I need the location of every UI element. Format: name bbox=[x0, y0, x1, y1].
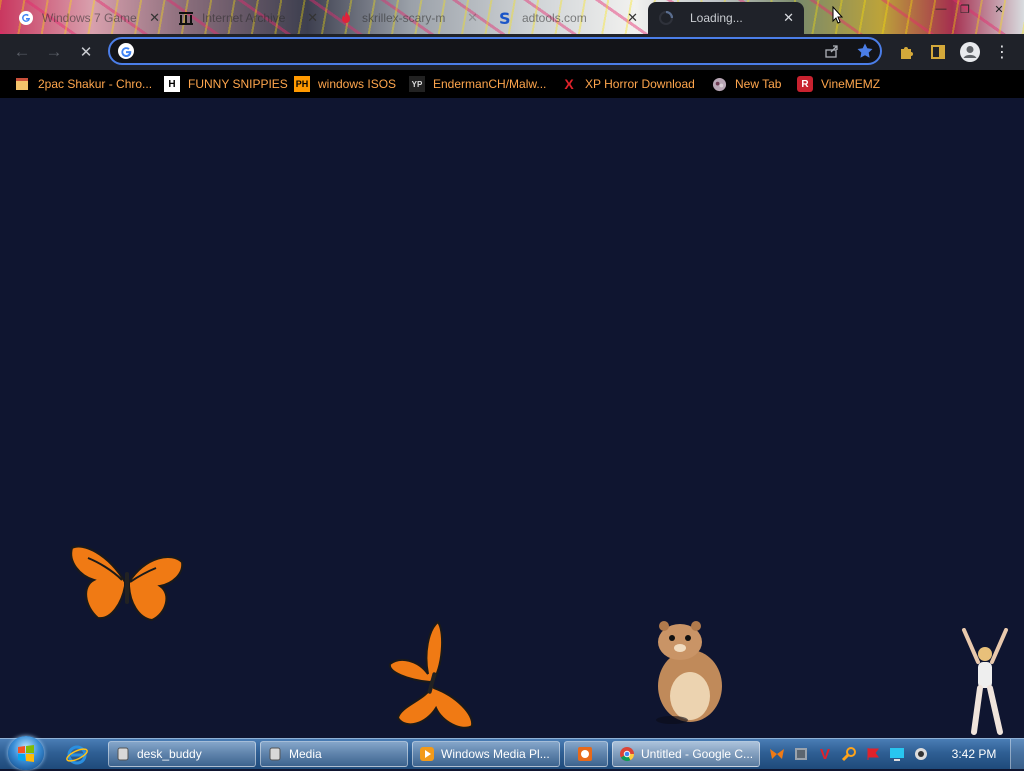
page-content bbox=[0, 98, 1024, 738]
globe-avatar-icon bbox=[711, 76, 727, 92]
bookmark-label: VineMEMZ bbox=[821, 77, 881, 91]
bookmark-item[interactable]: H FUNNY SNIPPIES bbox=[164, 75, 288, 93]
tab-active[interactable]: Loading... ✕ bbox=[648, 2, 804, 34]
mouse-cursor-icon bbox=[832, 5, 844, 24]
puzzle-app-icon bbox=[578, 747, 592, 761]
tab-title: Loading... bbox=[690, 11, 743, 25]
s-icon: S bbox=[499, 10, 511, 26]
forward-arrow-icon[interactable]: → bbox=[44, 42, 64, 62]
bookmark-label: windows ISOS bbox=[318, 77, 397, 91]
tab-title: skrillex-scary-m bbox=[362, 11, 446, 25]
tab-4[interactable]: S adtools.com ✕ bbox=[498, 4, 638, 32]
loading-spinner-icon bbox=[659, 11, 673, 25]
tab-1[interactable]: Windows 7 Game ✕ bbox=[18, 4, 160, 32]
stop-loading-icon[interactable]: ✕ bbox=[76, 42, 96, 62]
menu-kebab-icon[interactable]: ⋮ bbox=[992, 42, 1012, 62]
restore-button[interactable]: ❐ bbox=[952, 0, 978, 18]
tab-close-icon[interactable]: ✕ bbox=[307, 10, 318, 26]
bookmark-label: FUNNY SNIPPIES bbox=[188, 77, 288, 91]
taskbar-item[interactable]: Windows Media Pl... bbox=[412, 741, 560, 767]
tab-close-icon[interactable]: ✕ bbox=[627, 10, 638, 26]
bookmark-star-icon[interactable] bbox=[856, 42, 874, 60]
system-clock[interactable]: 3:42 PM bbox=[944, 747, 1004, 761]
taskbar-item[interactable] bbox=[564, 741, 608, 767]
taskbar-item-label: desk_buddy bbox=[137, 747, 202, 761]
taskbar-item[interactable]: desk_buddy bbox=[108, 741, 256, 767]
taskbar-item-label: Media bbox=[289, 747, 322, 761]
bookmark-item[interactable]: YP EndermanCH/Malw... bbox=[409, 75, 546, 93]
bookmark-label: XP Horror Download bbox=[585, 77, 695, 91]
taskbar-item[interactable]: Media bbox=[260, 741, 408, 767]
tab-title: Internet Archive bbox=[202, 11, 286, 25]
internet-explorer-icon[interactable] bbox=[66, 744, 88, 766]
hamster-icon bbox=[656, 621, 722, 724]
taskbar-item-label: Untitled - Google C... bbox=[641, 747, 754, 761]
profile-avatar-icon[interactable] bbox=[958, 40, 982, 64]
butterfly-icon bbox=[70, 545, 184, 622]
windows-logo-icon bbox=[18, 745, 34, 762]
tab-strip: Windows 7 Game ✕ Internet Archive ✕ skri… bbox=[0, 0, 1024, 34]
bookmark-page-icon bbox=[14, 76, 30, 92]
bookmark-label: EndermanCH/Malw... bbox=[433, 77, 547, 91]
bookmark-item[interactable]: 2pac Shakur - Chro... bbox=[14, 75, 152, 93]
extensions-puzzle-icon[interactable] bbox=[896, 42, 916, 62]
r-letter-icon: R bbox=[797, 76, 813, 92]
svg-text:S: S bbox=[499, 10, 511, 26]
bookmark-label: 2pac Shakur - Chro... bbox=[38, 77, 153, 91]
address-input[interactable] bbox=[144, 42, 808, 62]
x-letter-icon: X bbox=[564, 76, 574, 92]
ph-icon: PH bbox=[294, 76, 310, 92]
flame-icon bbox=[342, 11, 350, 23]
browser-toolbar: ← → ✕ ⋮ bbox=[0, 34, 1024, 70]
tab-title: Windows 7 Game bbox=[42, 11, 137, 25]
network-tray-icon[interactable] bbox=[792, 745, 810, 763]
flag-tray-icon[interactable] bbox=[864, 745, 882, 763]
address-bar[interactable] bbox=[108, 37, 882, 65]
taskbar-item-label: Windows Media Pl... bbox=[441, 747, 550, 761]
close-window-button[interactable]: ✕ bbox=[986, 0, 1012, 18]
tab-close-icon[interactable]: ✕ bbox=[149, 10, 160, 26]
side-panel-icon[interactable] bbox=[928, 42, 948, 62]
bookmark-label: New Tab bbox=[735, 77, 782, 91]
h-letter-icon: H bbox=[164, 76, 180, 92]
start-button[interactable] bbox=[8, 736, 44, 770]
archive-icon bbox=[179, 12, 193, 25]
app-window-icon bbox=[117, 747, 129, 761]
bookmark-item[interactable]: R VineMEMZ bbox=[797, 75, 880, 93]
google-g-icon bbox=[19, 11, 33, 25]
bookmark-item[interactable]: New Tab bbox=[711, 75, 781, 93]
show-desktop-button[interactable] bbox=[1010, 739, 1024, 769]
v-tray-icon[interactable]: V bbox=[816, 745, 834, 763]
app-window-icon bbox=[269, 747, 281, 761]
tab-close-icon[interactable]: ✕ bbox=[467, 10, 478, 26]
chrome-icon bbox=[620, 747, 635, 762]
back-arrow-icon[interactable]: ← bbox=[12, 42, 32, 62]
google-g-icon bbox=[118, 43, 134, 59]
dancer-figure-icon bbox=[962, 628, 1008, 735]
minimize-button[interactable]: — bbox=[928, 0, 954, 18]
windows-taskbar: desk_buddy Media Windows Media Pl... Unt… bbox=[0, 736, 1024, 770]
tab-2[interactable]: Internet Archive ✕ bbox=[178, 4, 318, 32]
bookmark-item[interactable]: X XP Horror Download bbox=[561, 75, 695, 93]
search-tray-icon[interactable] bbox=[840, 745, 858, 763]
volume-tray-icon[interactable] bbox=[912, 745, 930, 763]
tab-close-icon[interactable]: ✕ bbox=[783, 10, 794, 26]
taskbar-item-active[interactable]: Untitled - Google C... bbox=[612, 741, 760, 767]
tab-3[interactable]: skrillex-scary-m ✕ bbox=[338, 4, 478, 32]
monitor-tray-icon[interactable] bbox=[888, 745, 906, 763]
media-player-icon bbox=[420, 747, 434, 761]
yp-icon: YP bbox=[409, 76, 425, 92]
bookmark-item[interactable]: PH windows ISOS bbox=[294, 75, 396, 93]
butterfly-icon bbox=[388, 620, 474, 729]
bookmarks-bar: 2pac Shakur - Chro... H FUNNY SNIPPIES P… bbox=[0, 70, 1024, 98]
butterfly-tray-icon[interactable] bbox=[768, 745, 786, 763]
share-icon[interactable] bbox=[824, 43, 842, 61]
tab-title: adtools.com bbox=[522, 11, 587, 25]
